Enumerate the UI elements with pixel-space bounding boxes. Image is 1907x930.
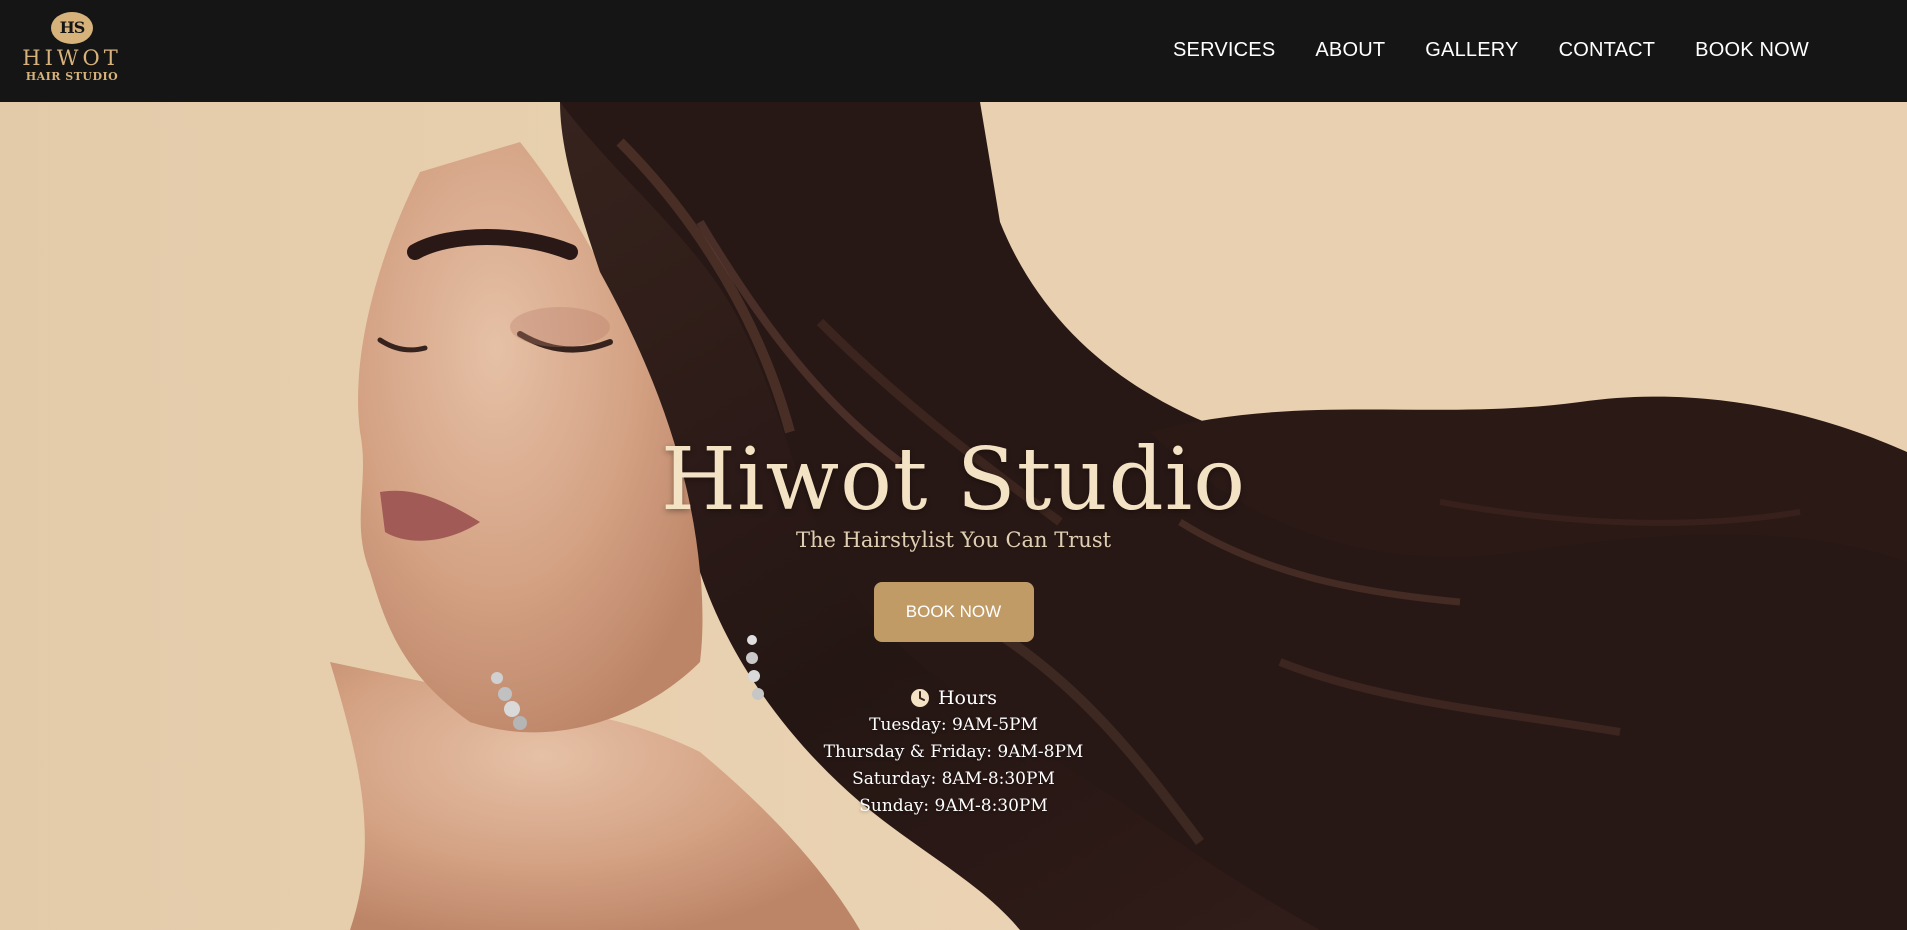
hours-line-saturday: Saturday: 8AM-8:30PM	[852, 769, 1055, 789]
hours-heading: Hours	[937, 687, 998, 709]
hero-section: Hiwot Studio The Hairstylist You Can Tru…	[0, 102, 1907, 930]
nav-services[interactable]: SERVICES	[1173, 39, 1275, 62]
logo[interactable]: HS HIWOT HAIR STUDIO	[22, 12, 122, 86]
hero-book-now-button[interactable]: BOOK NOW	[873, 582, 1034, 642]
logo-monogram: HS	[51, 12, 93, 44]
business-hours: Hours Tuesday: 9AM-5PM Thursday & Friday…	[0, 686, 1907, 820]
nav-contact[interactable]: CONTACT	[1559, 39, 1656, 62]
hours-line-sunday: Sunday: 9AM-8:30PM	[859, 796, 1048, 816]
hero-content: Hiwot Studio The Hairstylist You Can Tru…	[0, 432, 1907, 820]
hero-tagline: The Hairstylist You Can Trust	[795, 528, 1112, 552]
hours-heading-row: Hours	[910, 686, 997, 710]
hero-title: Hiwot Studio	[661, 430, 1246, 530]
nav-about[interactable]: ABOUT	[1315, 39, 1385, 62]
nav-book-now[interactable]: BOOK NOW	[1695, 39, 1809, 62]
main-nav: SERVICES ABOUT GALLERY CONTACT BOOK NOW	[1173, 0, 1809, 100]
hours-line-thursday-friday: Thursday & Friday: 9AM-8PM	[823, 742, 1084, 762]
hours-line-tuesday: Tuesday: 9AM-5PM	[869, 715, 1038, 735]
nav-gallery[interactable]: GALLERY	[1425, 39, 1518, 62]
logo-wordmark: HIWOT	[22, 46, 122, 70]
site-header: HS HIWOT HAIR STUDIO SERVICES ABOUT GALL…	[0, 0, 1907, 102]
logo-subtitle: HAIR STUDIO	[25, 70, 119, 83]
clock-icon	[910, 689, 929, 707]
